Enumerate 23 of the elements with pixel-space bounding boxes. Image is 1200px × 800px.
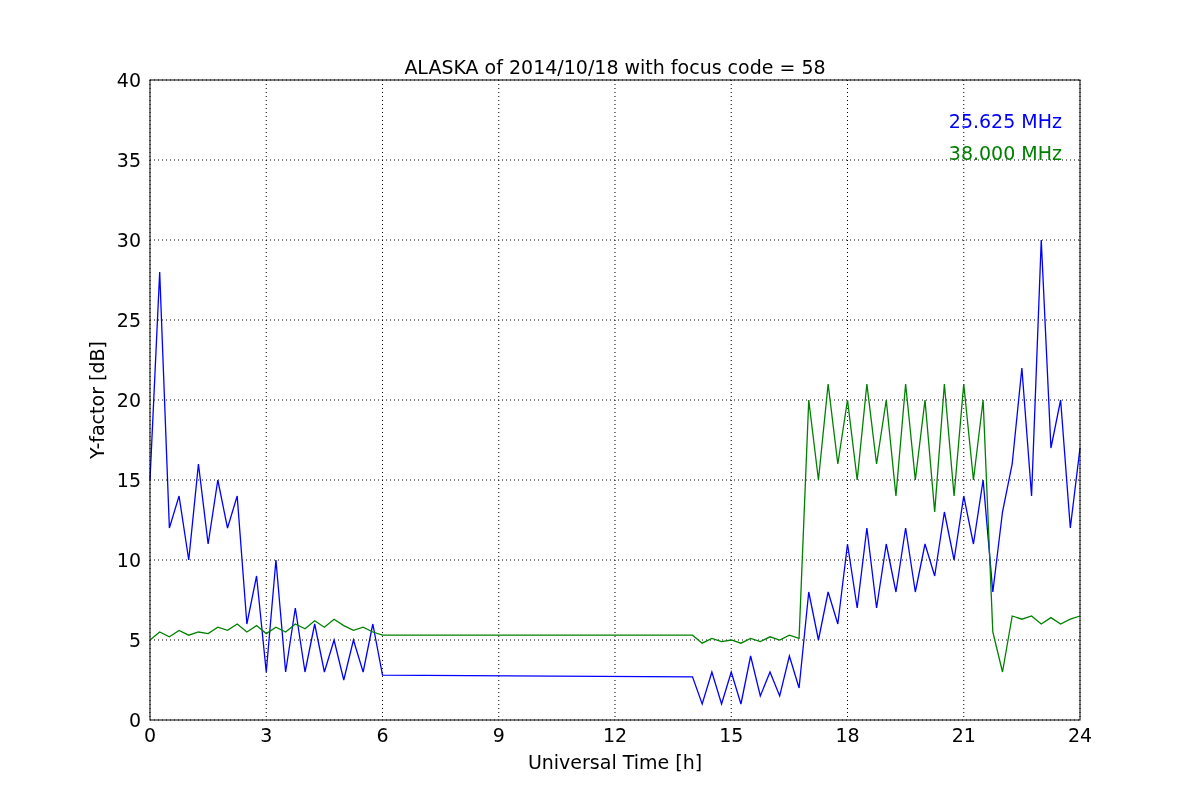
y-tick-label: 35 — [116, 149, 141, 171]
x-tick-label: 12 — [602, 724, 628, 746]
x-tick-label: 9 — [492, 724, 505, 746]
x-tick-label: 18 — [835, 724, 860, 746]
y-axis-label: Y-factor [dB] — [86, 341, 108, 459]
legend-label: 38.000 MHz — [948, 142, 1062, 164]
y-tick-label: 0 — [128, 709, 141, 731]
y-tick-label: 5 — [128, 629, 141, 651]
y-tick-label: 30 — [116, 229, 141, 251]
x-tick-label: 0 — [143, 724, 157, 746]
y-tick-label: 15 — [116, 469, 141, 491]
y-tick-label: 20 — [116, 389, 141, 411]
x-tick-label: 15 — [719, 724, 744, 746]
x-axis-label: Universal Time [h] — [527, 751, 703, 773]
x-tick-label: 3 — [260, 724, 273, 746]
y-tick-label: 40 — [116, 69, 141, 91]
x-tick-label: 24 — [1067, 724, 1093, 746]
chart-title: ALASKA of 2014/10/18 with focus code = 58 — [404, 56, 826, 78]
y-tick-label: 25 — [116, 309, 141, 331]
x-tick-label: 21 — [951, 724, 976, 746]
x-tick-label: 6 — [376, 724, 389, 746]
legend-label: 25.625 MHz — [948, 110, 1062, 132]
y-tick-label: 10 — [116, 549, 141, 571]
